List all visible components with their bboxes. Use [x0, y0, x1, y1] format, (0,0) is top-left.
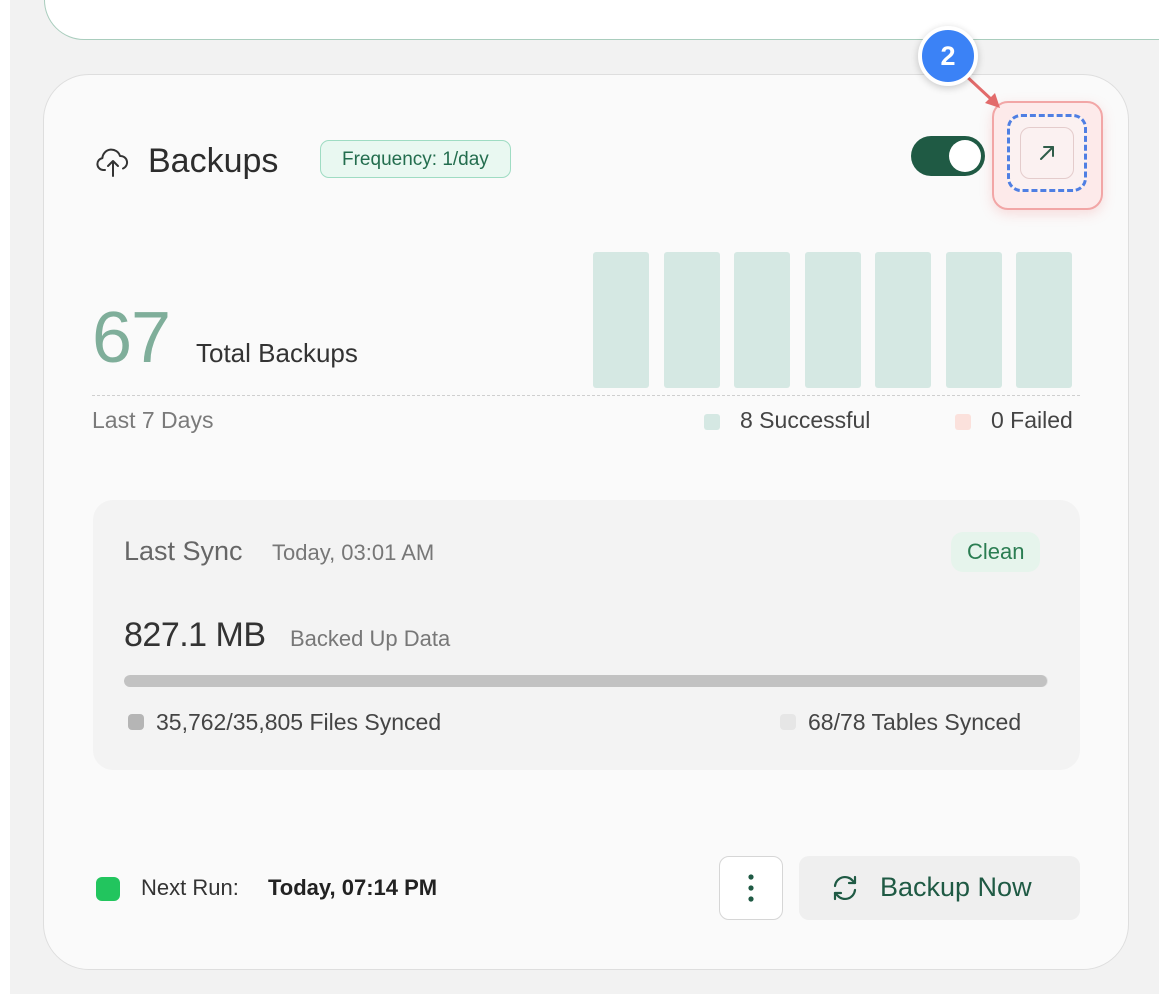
toggle-knob: [949, 140, 981, 172]
last-sync-time: Today, 03:01 AM: [272, 540, 435, 565]
card-title: Backups: [148, 142, 279, 180]
backed-up-size: 827.1 MB: [124, 616, 266, 654]
last-sync-title: Last Sync: [124, 536, 243, 566]
files-swatch: [128, 714, 144, 730]
expand-button-inner: [1020, 127, 1074, 179]
chart-bar: [664, 252, 720, 388]
chart-bar: [593, 252, 649, 388]
chart-bar: [875, 252, 931, 388]
chart-bar: [946, 252, 1002, 388]
chart-baseline: [92, 395, 1080, 396]
sync-status-badge: Clean: [951, 532, 1041, 572]
next-run-value: Today, 07:14 PM: [268, 875, 438, 900]
legend-failed-swatch: [955, 414, 971, 430]
refresh-icon: [833, 875, 857, 901]
tables-synced: 68/78 Tables Synced: [808, 709, 1022, 735]
period-label: Last 7 Days: [92, 407, 214, 433]
backup-now-button[interactable]: Backup Now: [799, 856, 1080, 920]
next-run-status-dot: [96, 877, 120, 901]
chart-bar: [1016, 252, 1072, 388]
tables-swatch: [780, 714, 796, 730]
total-backups-value: 67: [92, 298, 171, 378]
backups-toggle[interactable]: [911, 136, 985, 176]
legend-failed: 0 Failed: [991, 407, 1073, 433]
more-options-button[interactable]: [719, 856, 783, 920]
legend-successful: 8 Successful: [740, 407, 871, 433]
previous-card: [44, 0, 1159, 40]
chart-bar: [734, 252, 790, 388]
backup-now-label: Backup Now: [880, 872, 1032, 902]
sync-progress-fill: [124, 675, 1048, 687]
next-run-label: Next Run:: [141, 875, 239, 900]
files-synced: 35,762/35,805 Files Synced: [156, 709, 442, 735]
total-backups-label: Total Backups: [196, 338, 358, 368]
step-marker: 2: [918, 26, 978, 86]
expand-arrow-icon: [1040, 146, 1054, 160]
cloud-upload-icon: [96, 148, 129, 177]
chart-bar: [805, 252, 861, 388]
expand-button[interactable]: [1007, 114, 1087, 192]
page-left-strip: [0, 0, 10, 994]
backed-up-label: Backed Up Data: [290, 626, 451, 651]
more-vertical-icon: [748, 874, 754, 902]
frequency-badge: Frequency: 1/day: [320, 140, 511, 178]
sync-progress-bar: [124, 675, 1048, 687]
legend-successful-swatch: [704, 414, 720, 430]
